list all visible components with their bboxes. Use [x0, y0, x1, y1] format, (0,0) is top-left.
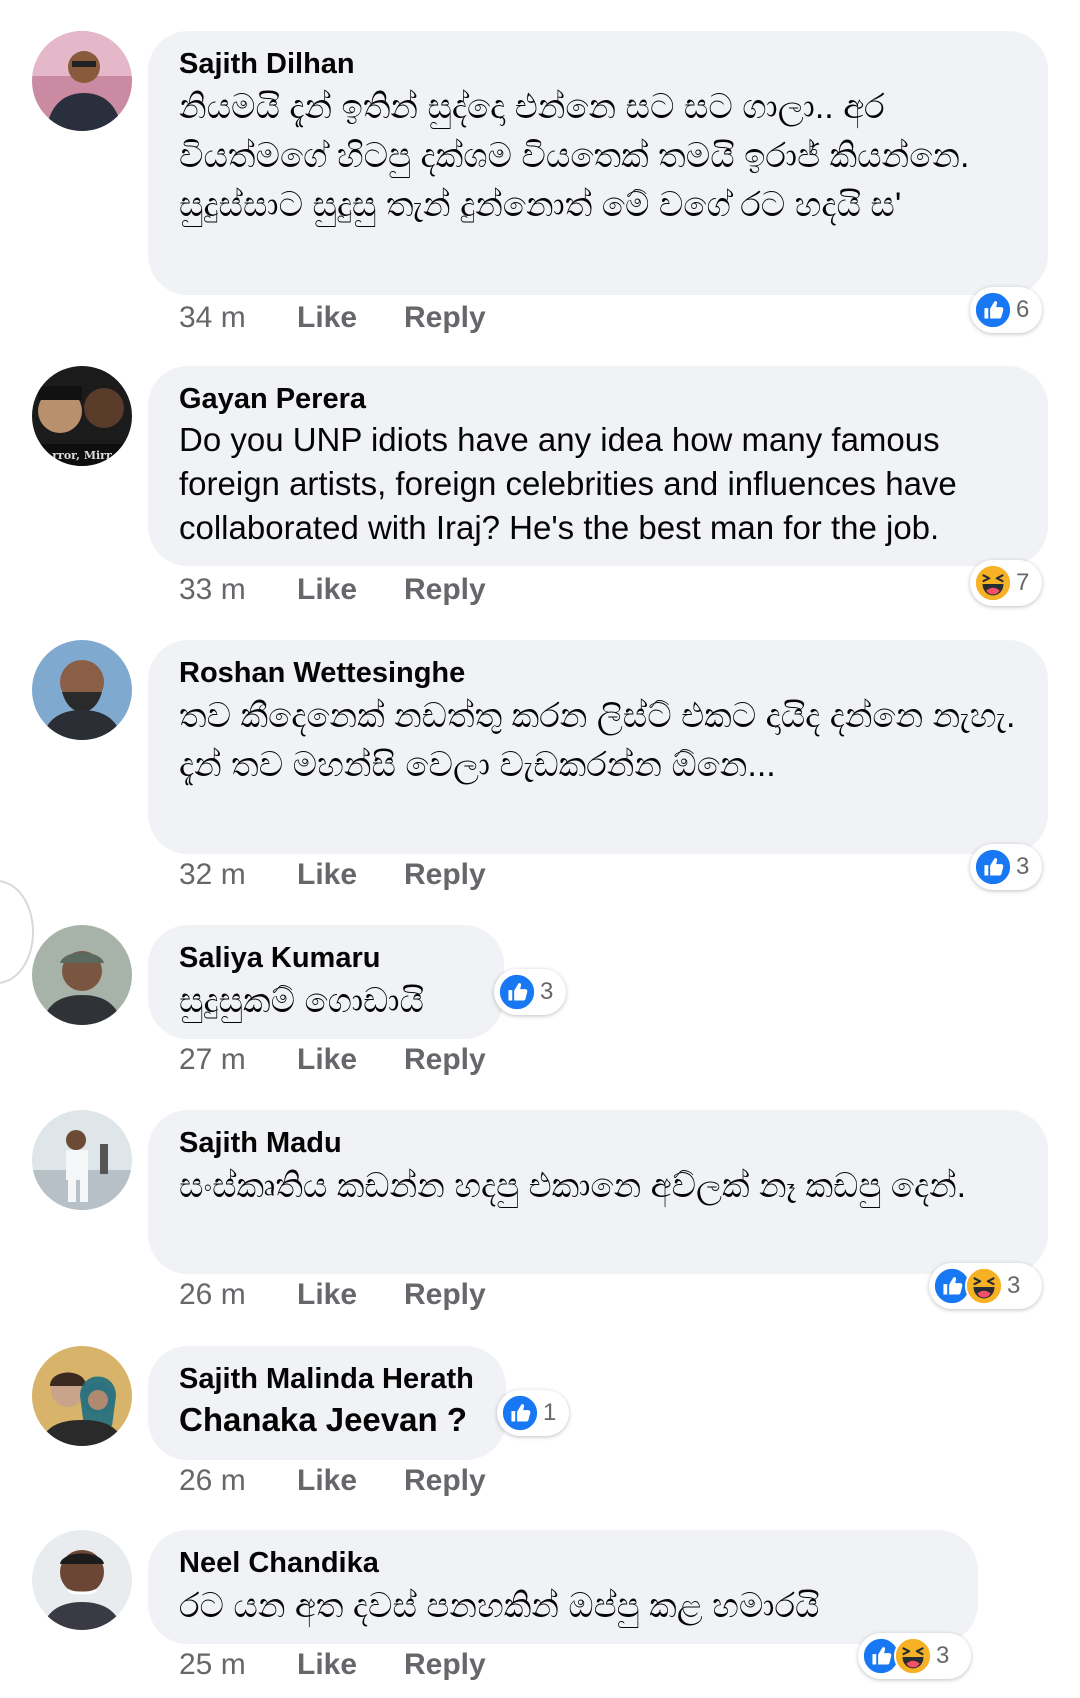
reply-button[interactable]: Reply: [404, 1042, 486, 1078]
like-button[interactable]: Like: [297, 1277, 404, 1313]
comment-text: නියමයි දැන් ඉතින් සුද්දො එන්නෙ සට සට ගාල…: [179, 88, 970, 224]
comment-bubble: Sajith Dilhan නියමයි දැන් ඉතින් සුද්දො එ…: [148, 31, 1048, 295]
comment-text: තව කීදෙනෙක් නඩත්තු කරන ලිස්ට් එකට දායිද …: [179, 697, 1016, 784]
like-button[interactable]: Like: [297, 1647, 404, 1683]
comment-text: සංස්කෘතිය කඩන්න හදපු එකානෙ අව්ලක් නෑ කඩප…: [179, 1167, 967, 1205]
comment-bubble: Sajith Malinda Herath Chanaka Jeevan ?: [148, 1346, 506, 1460]
avatar[interactable]: [32, 1346, 132, 1446]
reaction-summary[interactable]: 3: [494, 969, 566, 1015]
svg-text:rror, Mirr: rror, Mirr: [52, 449, 112, 462]
comment-timestamp[interactable]: 26 m: [179, 1277, 297, 1313]
comment-timestamp[interactable]: 33 m: [179, 572, 297, 608]
comment-actions: 27 m Like Reply: [179, 1042, 486, 1078]
reply-button[interactable]: Reply: [404, 1277, 486, 1313]
like-button[interactable]: Like: [297, 572, 404, 608]
reaction-summary[interactable]: 7: [970, 560, 1042, 606]
comment-bubble: Neel Chandika රට යන අත දවස් පනහකින් ඔප්ප…: [148, 1530, 978, 1644]
avatar[interactable]: [32, 1110, 132, 1210]
reaction-summary[interactable]: 1: [497, 1390, 569, 1436]
comment-author[interactable]: Neel Chandika: [179, 1546, 946, 1580]
like-button[interactable]: Like: [297, 300, 404, 336]
comment-author[interactable]: Sajith Malinda Herath: [179, 1362, 474, 1396]
like-button[interactable]: Like: [297, 1042, 404, 1078]
like-icon: [974, 848, 1012, 886]
comment-actions: 26 m Like Reply: [179, 1463, 486, 1499]
like-button[interactable]: Like: [297, 1463, 404, 1499]
comment-actions: 25 m Like Reply: [179, 1647, 486, 1683]
comment-timestamp[interactable]: 27 m: [179, 1042, 297, 1078]
reaction-count: 7: [1016, 569, 1030, 596]
avatar[interactable]: [32, 31, 132, 131]
reaction-summary[interactable]: 3: [858, 1633, 971, 1679]
comment-timestamp[interactable]: 26 m: [179, 1463, 297, 1499]
comment-actions: 32 m Like Reply: [179, 857, 486, 893]
comment-bubble: Sajith Madu සංස්කෘතිය කඩන්න හදපු එකානෙ අ…: [148, 1110, 1048, 1274]
comment-actions: 26 m Like Reply: [179, 1277, 486, 1313]
comment-actions: 34 m Like Reply: [179, 300, 486, 336]
comment-text: රට යන අත දවස් පනහකින් ඔප්පු කළ හමාරයි: [179, 1587, 820, 1625]
reply-button[interactable]: Reply: [404, 857, 486, 893]
reaction-count: 1: [543, 1399, 557, 1426]
comment-actions: 33 m Like Reply: [179, 572, 486, 608]
avatar[interactable]: [32, 1530, 132, 1630]
avatar[interactable]: [32, 640, 132, 740]
comment-bubble: Gayan Perera Do you UNP idiots have any …: [148, 366, 1048, 566]
comment-author[interactable]: Sajith Dilhan: [179, 47, 1016, 81]
comment-author[interactable]: Gayan Perera: [179, 382, 1016, 416]
haha-icon: [965, 1267, 1003, 1305]
like-icon: [974, 291, 1012, 329]
comment-author[interactable]: Sajith Madu: [179, 1126, 1016, 1160]
reply-button[interactable]: Reply: [404, 1463, 486, 1499]
reaction-count: 6: [1016, 296, 1030, 323]
reaction-count: 3: [540, 978, 554, 1005]
haha-icon: [894, 1637, 932, 1675]
reply-button[interactable]: Reply: [404, 1647, 486, 1683]
comment-timestamp[interactable]: 32 m: [179, 857, 297, 893]
comment-author[interactable]: Saliya Kumaru: [179, 941, 472, 975]
reaction-summary[interactable]: 3: [970, 844, 1042, 890]
comment-timestamp[interactable]: 34 m: [179, 300, 297, 336]
comment-bubble: Roshan Wettesinghe තව කීදෙනෙක් නඩත්තු කර…: [148, 640, 1048, 854]
reply-button[interactable]: Reply: [404, 572, 486, 608]
avatar[interactable]: [32, 925, 132, 1025]
like-icon: [501, 1394, 539, 1432]
reaction-count: 3: [1016, 853, 1030, 880]
like-button[interactable]: Like: [297, 857, 404, 893]
reaction-summary[interactable]: 6: [970, 287, 1042, 333]
comment-text: සුදුසුකම් ගොඩායි: [179, 982, 424, 1020]
reaction-summary[interactable]: 3: [929, 1263, 1042, 1309]
comment-text: Chanaka Jeevan ?: [179, 1401, 467, 1438]
reaction-count: 3: [1007, 1272, 1021, 1299]
comment-bubble: Saliya Kumaru සුදුසුකම් ගොඩායි: [148, 925, 504, 1039]
avatar[interactable]: rror, Mirr: [32, 366, 132, 466]
haha-icon: [974, 564, 1012, 602]
comment-timestamp[interactable]: 25 m: [179, 1647, 297, 1683]
reply-button[interactable]: Reply: [404, 300, 486, 336]
comment-text: Do you UNP idiots have any idea how many…: [179, 421, 957, 546]
reaction-count: 3: [936, 1642, 950, 1669]
floating-chat-handle[interactable]: [0, 880, 34, 984]
comment-author[interactable]: Roshan Wettesinghe: [179, 656, 1016, 690]
like-icon: [498, 973, 536, 1011]
